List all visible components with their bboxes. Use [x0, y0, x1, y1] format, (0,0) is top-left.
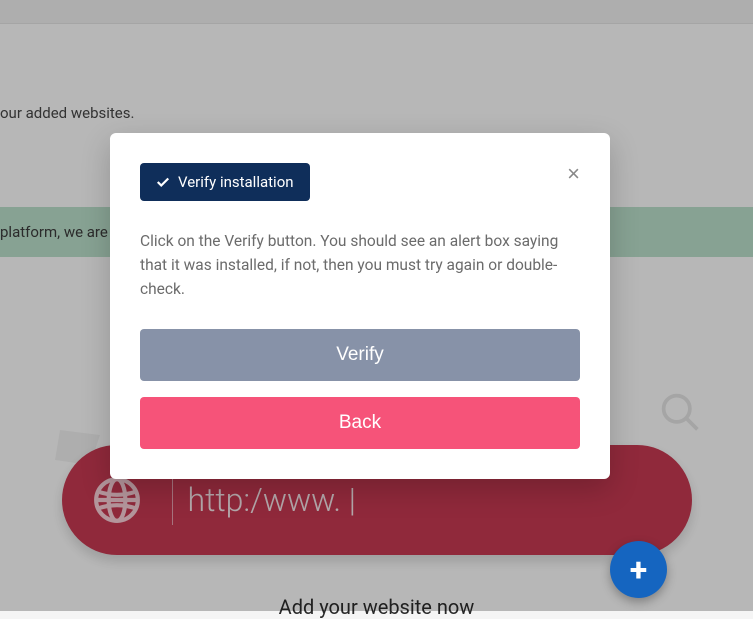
plus-icon: + [630, 554, 647, 586]
close-button[interactable]: × [567, 163, 580, 185]
back-button[interactable]: Back [140, 397, 580, 449]
badge-label: Verify installation [178, 173, 294, 191]
verify-modal: Verify installation × Click on the Verif… [110, 133, 610, 479]
close-icon: × [567, 161, 580, 186]
check-icon [156, 175, 170, 189]
add-fab[interactable]: + [610, 541, 667, 598]
modal-description: Click on the Verify button. You should s… [140, 229, 580, 301]
verify-button[interactable]: Verify [140, 329, 580, 381]
modal-header: Verify installation × [140, 163, 580, 201]
verify-installation-badge: Verify installation [140, 163, 310, 201]
